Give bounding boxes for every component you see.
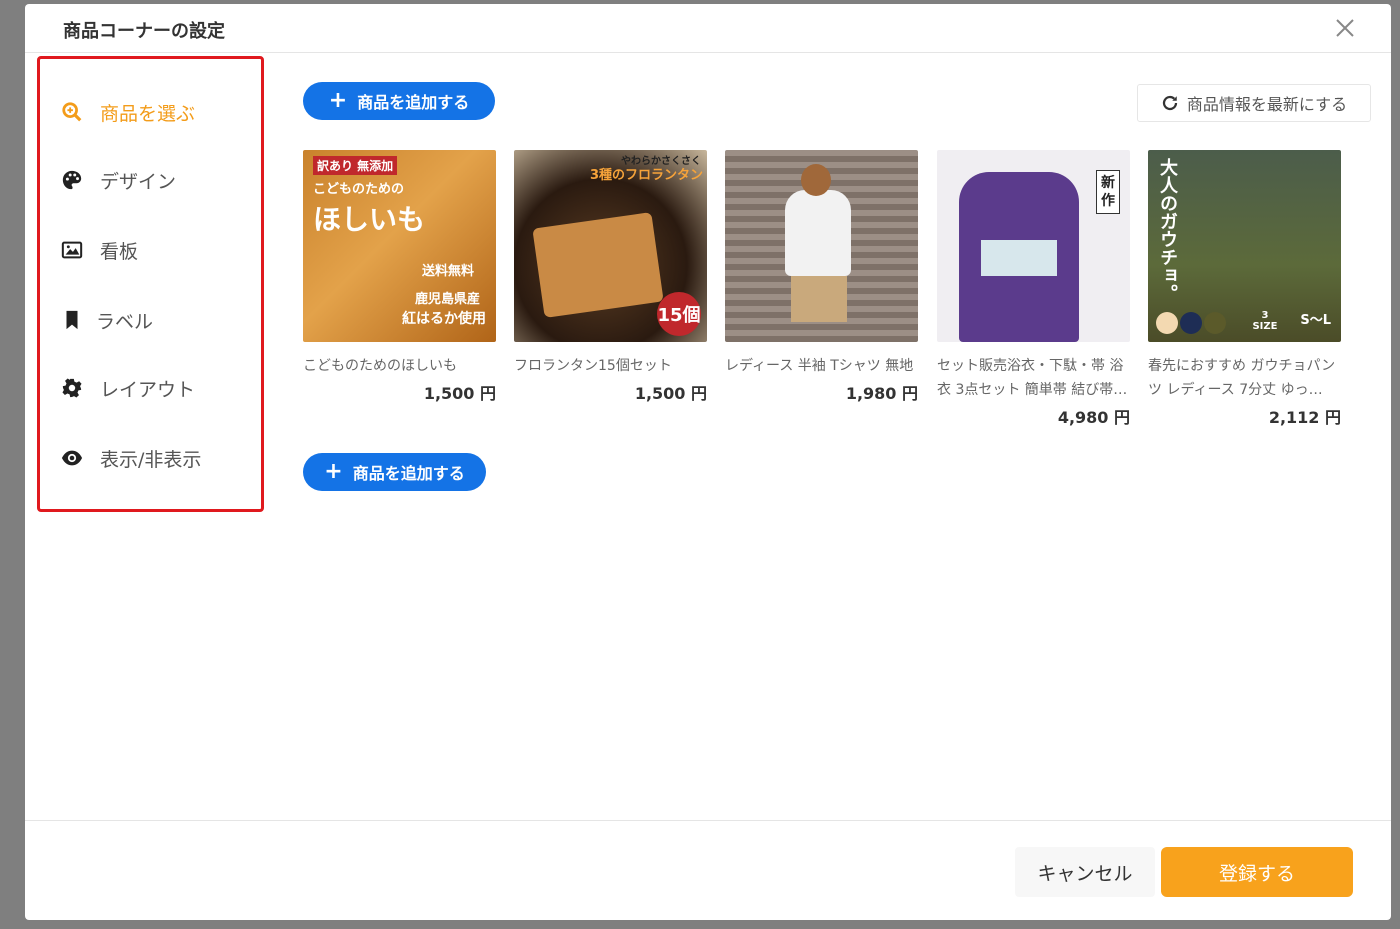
product-corner-settings-modal: 商品コーナーの設定 商品を選ぶ デザイン 看板 ラベル レイアウト 表示/非表示… xyxy=(25,4,1391,920)
thumb-text: 新作 xyxy=(1096,170,1120,214)
product-price: 2,112 円 xyxy=(1268,408,1341,427)
product-price: 1,500 円 xyxy=(423,384,496,403)
modal-title: 商品コーナーの設定 xyxy=(63,21,225,42)
settings-sidebar: 商品を選ぶ デザイン 看板 ラベル レイアウト 表示/非表示 xyxy=(37,56,264,512)
sidebar-item-label: ラベル xyxy=(96,310,154,333)
sidebar-item-design[interactable]: デザイン xyxy=(60,165,176,195)
cancel-button[interactable]: キャンセル xyxy=(1015,847,1155,897)
product-name: こどものためのほしいも xyxy=(303,358,457,374)
eye-icon xyxy=(60,446,84,470)
product-thumbnail xyxy=(725,150,918,342)
thumb-text: 15個 xyxy=(657,292,701,336)
thumb-text: 大人のガウチョ。 xyxy=(1157,158,1178,302)
thumb-text: 3種のフロランタン xyxy=(589,168,703,183)
product-thumbnail: 大人のガウチョ。 3 SIZE S〜L xyxy=(1148,150,1341,342)
thumb-text: ほしいも xyxy=(313,203,426,236)
add-product-button-top[interactable]: + 商品を追加する xyxy=(303,82,495,120)
add-product-label: 商品を追加する xyxy=(357,93,470,112)
product-price: 4,980 円 xyxy=(1057,408,1130,427)
thumb-text: こどものための xyxy=(313,182,405,197)
sidebar-item-signboard[interactable]: 看板 xyxy=(60,235,138,265)
bookmark-icon xyxy=(60,308,84,332)
plus-icon: + xyxy=(328,88,348,113)
product-thumbnail: 訳あり 無添加 こどものための ほしいも 送料無料 鹿児島県産 紅はるか使用 xyxy=(303,150,496,342)
product-name: 春先におすすめ ガウチョパンツ レディース 7分丈 ゆっ… xyxy=(1148,358,1336,398)
head-shape xyxy=(801,164,831,196)
sidebar-item-visibility[interactable]: 表示/非表示 xyxy=(60,443,201,473)
thumb-text: 紅はるか使用 xyxy=(402,311,486,327)
sidebar-item-label: 看板 xyxy=(100,240,139,263)
sidebar-item-label: 表示/非表示 xyxy=(100,448,202,471)
refresh-label: 商品情報を最新にする xyxy=(1186,95,1348,114)
add-product-button-bottom[interactable]: + 商品を追加する xyxy=(303,453,486,491)
color-swatch-olive xyxy=(1204,312,1226,334)
submit-button[interactable]: 登録する xyxy=(1161,847,1353,897)
product-price: 1,980 円 xyxy=(845,384,918,403)
product-thumbnail: 新作 xyxy=(937,150,1130,342)
refresh-product-info-button[interactable]: 商品情報を最新にする xyxy=(1137,84,1371,122)
palette-icon xyxy=(60,168,84,192)
thumb-text: S〜L xyxy=(1300,313,1331,328)
product-card[interactable]: やわらかさくさく 3種のフロランタン 15個 フロランタン15個セット 1,50… xyxy=(514,150,707,404)
product-card[interactable]: 新作 セット販売浴衣・下駄・帯 浴衣 3点セット 簡単帯 結び帯… 4,980 … xyxy=(937,150,1130,428)
search-plus-icon xyxy=(60,100,84,124)
close-icon xyxy=(1336,19,1354,37)
product-name: セット販売浴衣・下駄・帯 浴衣 3点セット 簡単帯 結び帯… xyxy=(937,358,1128,398)
product-name: レディース 半袖 Tシャツ 無地 xyxy=(725,358,914,374)
thumb-text: 3 SIZE xyxy=(1252,310,1278,332)
color-swatch-navy xyxy=(1180,312,1202,334)
thumb-text: 訳あり 無添加 xyxy=(313,156,398,175)
sidebar-item-label: 商品を選ぶ xyxy=(100,102,196,125)
shorts-shape xyxy=(791,276,847,322)
obi-shape xyxy=(981,240,1057,276)
sidebar-item-label: レイアウト xyxy=(100,378,196,401)
modal-header: 商品コーナーの設定 xyxy=(25,4,1391,53)
add-product-label: 商品を追加する xyxy=(352,464,465,483)
plus-icon: + xyxy=(324,459,343,484)
image-icon xyxy=(60,238,84,262)
product-name: フロランタン15個セット xyxy=(514,358,672,374)
product-price: 1,500 円 xyxy=(634,384,707,403)
tshirt-shape xyxy=(785,190,851,276)
product-card[interactable]: 訳あり 無添加 こどものための ほしいも 送料無料 鹿児島県産 紅はるか使用 こ… xyxy=(303,150,496,404)
product-card[interactable]: レディース 半袖 Tシャツ 無地 1,980 円 xyxy=(725,150,918,404)
color-swatch-beige xyxy=(1156,312,1178,334)
thumb-text: 鹿児島県産 xyxy=(414,292,480,307)
sidebar-item-label-settings[interactable]: ラベル xyxy=(60,305,153,335)
refresh-icon xyxy=(1162,95,1178,111)
sidebar-item-layout[interactable]: レイアウト xyxy=(60,373,195,403)
modal-footer: キャンセル 登録する xyxy=(25,820,1391,920)
product-list: 訳あり 無添加 こどものための ほしいも 送料無料 鹿児島県産 紅はるか使用 こ… xyxy=(303,150,1363,440)
thumb-text: 送料無料 xyxy=(421,264,474,279)
sidebar-item-label: デザイン xyxy=(100,170,177,193)
product-card[interactable]: 大人のガウチョ。 3 SIZE S〜L 春先におすすめ ガウチョパンツ レディー… xyxy=(1148,150,1341,428)
sidebar-item-select-products[interactable]: 商品を選ぶ xyxy=(60,97,195,127)
close-button[interactable] xyxy=(1333,16,1357,40)
florentine-shape xyxy=(532,212,664,318)
gear-icon xyxy=(60,376,84,400)
product-thumbnail: やわらかさくさく 3種のフロランタン 15個 xyxy=(514,150,707,342)
